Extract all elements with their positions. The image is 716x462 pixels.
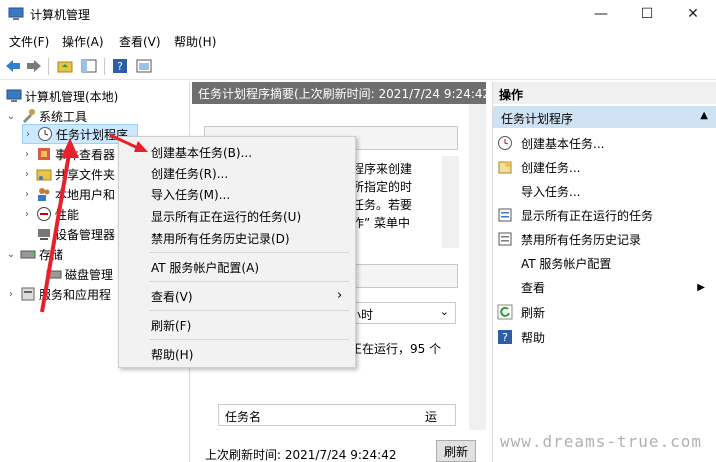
annotation-arrow-up bbox=[40, 147, 72, 313]
annotation-arrows bbox=[40, 133, 148, 313]
annotation-arrow-up-head bbox=[61, 138, 79, 158]
annotation-arrow-right bbox=[109, 133, 139, 150]
annotation-arrow-right-head bbox=[134, 141, 148, 152]
